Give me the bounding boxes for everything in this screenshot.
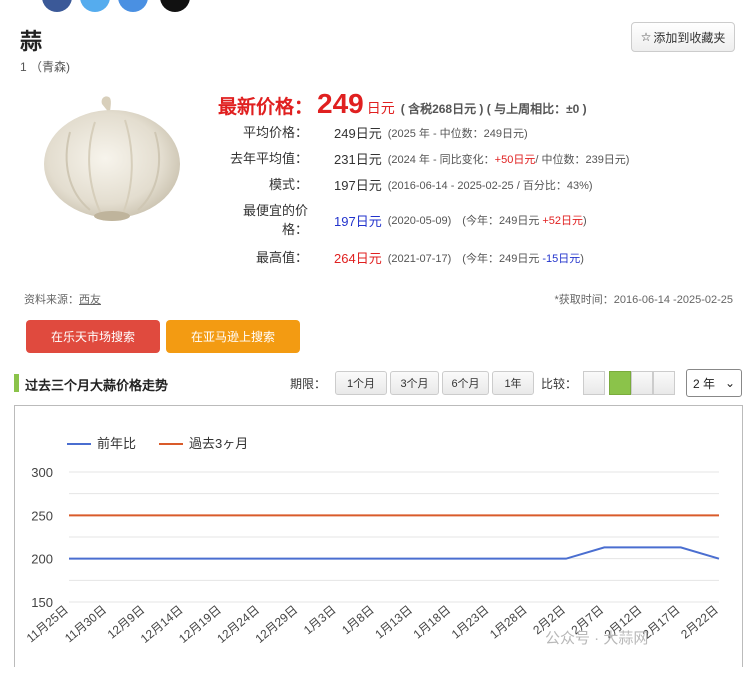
stat-last-year: 去年平均值： 231日元 (2024 年 - 同比变化：+50日元/ 中位数：2… (200, 149, 630, 168)
period-3month-button[interactable]: 3个月 (390, 371, 439, 395)
stat-average-value: 249日元 (334, 126, 382, 141)
data-source-link[interactable]: 西友 (79, 294, 101, 306)
period-6month-button[interactable]: 6个月 (442, 371, 489, 395)
compare-option-1[interactable] (583, 371, 605, 395)
share-line-icon[interactable] (118, 0, 148, 12)
latest-price: 最新价格： 249 日元 ( 含税268日元 ) ( 与上周相比：±0 ) (218, 88, 587, 120)
stat-mode-label: 模式： (268, 177, 308, 192)
period-label: 期限： (290, 377, 327, 391)
stat-cheapest-note: (2020-05-09) (今年：249日元 +52日元) (388, 212, 587, 228)
stat-last-year-label: 去年平均值： (229, 151, 308, 166)
stat-average: 平均价格： 249日元 (2025 年 - 中位数：249日元) (200, 123, 528, 142)
section-accent-bar (14, 374, 19, 392)
stat-highest-note: (2021-07-17) (今年：249日元 -15日元) (388, 250, 584, 266)
stat-cheapest-label: 最便宜的价 格： (200, 201, 308, 239)
x-tick-label: 1月13日 (372, 603, 415, 642)
watermark: 公众号 · 大蒜网 (545, 630, 649, 647)
latest-price-label: 最新价格： (218, 97, 314, 118)
y-tick-label: 150 (31, 595, 53, 610)
product-subtitle: 1 （青森) (20, 60, 71, 74)
stat-average-note: (2025 年 - 中位数：249日元) (387, 127, 528, 140)
x-tick-label: 12月29日 (253, 603, 301, 646)
y-tick-label: 200 (31, 552, 53, 567)
star-icon: ☆ (640, 30, 652, 44)
stat-highest-diff: -15日元 (542, 252, 581, 265)
stat-mode: 模式： 197日元 (2016-06-14 - 2025-02-25 / 百分比… (200, 175, 593, 194)
stat-cheapest: 最便宜的价 格： 197日元 (2020-05-09) (今年：249日元 +5… (200, 201, 587, 239)
add-favorite-label: 添加到收藏夹 (653, 30, 726, 45)
compare-option-3[interactable] (631, 371, 653, 395)
stat-cheapest-diff: +52日元 (542, 215, 584, 227)
fetch-time: *获取时间：2016-06-14 -2025-02-25 (554, 294, 733, 306)
stat-cheapest-note-pre: (2020-05-09) (今年：249日元 (387, 215, 543, 227)
stat-highest-note-pre: (2021-07-17) (今年：249日元 (387, 252, 543, 265)
year-select[interactable]: 2 年 ⌄ (686, 369, 742, 397)
stat-average-label: 平均价格： (242, 125, 308, 140)
stat-cheapest-label-line2: 格： (281, 222, 308, 237)
period-1year-button[interactable]: 1年 (492, 371, 534, 395)
product-title: 蒜 (20, 29, 43, 54)
y-tick-label: 250 (31, 508, 53, 523)
stat-cheapest-note-post: ) (583, 215, 587, 227)
x-tick-label: 1月18日 (411, 603, 454, 642)
stat-cheapest-value: 197日元 (334, 213, 382, 229)
stat-last-year-note: (2024 年 - 同比变化：+50日元/ 中位数：239日元) (388, 151, 630, 167)
stat-last-year-value: 231日元 (334, 152, 382, 167)
stat-mode-note: (2016-06-14 - 2025-02-25 / 百分比：43%) (387, 179, 593, 192)
legend-label: 過去3ヶ月 (189, 436, 248, 451)
x-tick-label: 11月30日 (62, 603, 109, 646)
share-facebook-icon[interactable] (42, 0, 72, 12)
x-tick-label: 2月22日 (678, 603, 721, 642)
compare-option-2[interactable] (609, 371, 631, 395)
period-1month-button[interactable]: 1个月 (335, 371, 387, 395)
stat-highest: 最高值： 264日元 (2021-07-17) (今年：249日元 -15日元) (200, 248, 584, 267)
latest-price-value: 249 (317, 88, 364, 119)
x-tick-label: 1月3日 (301, 603, 339, 638)
stat-cheapest-label-line1: 最便宜的价 (242, 203, 308, 218)
latest-price-unit: 日元 (366, 100, 395, 116)
section-title: 过去三个月大蒜价格走势 (25, 378, 169, 393)
stat-highest-note-post: ) (580, 252, 584, 265)
latest-price-tax-note: ( 含税268日元 ) ( 与上周相比：±0 ) (400, 102, 587, 116)
stat-last-year-note-post: / 中位数：239日元) (535, 153, 630, 166)
add-favorite-button[interactable]: ☆ 添加到收藏夹 (631, 22, 735, 52)
stat-last-year-change: +50日元 (494, 153, 536, 166)
data-source-label: 资料来源： (24, 294, 79, 306)
share-twitter-icon[interactable] (80, 0, 110, 12)
share-x-icon[interactable] (160, 0, 190, 12)
y-tick-label: 300 (31, 465, 53, 480)
stat-last-year-note-pre: (2024 年 - 同比变化： (387, 153, 495, 166)
x-tick-label: 1月23日 (449, 603, 492, 642)
x-tick-label: 1月28日 (487, 603, 530, 642)
stat-highest-value: 264日元 (334, 251, 382, 266)
compare-option-4[interactable] (653, 371, 675, 395)
series-line-1 (69, 546, 720, 560)
year-select-value: 2 年 (693, 376, 716, 391)
chevron-down-icon: ⌄ (724, 376, 735, 390)
legend-label: 前年比 (97, 436, 136, 451)
x-tick-label: 1月8日 (339, 603, 377, 638)
data-source: 资料来源：西友 (24, 291, 101, 307)
compare-label: 比较： (541, 377, 578, 391)
garlic-image (44, 96, 180, 221)
stat-highest-label: 最高值： (255, 250, 308, 265)
stat-mode-value: 197日元 (334, 178, 382, 193)
rakuten-search-button[interactable]: 在乐天市场搜索 (26, 320, 160, 353)
amazon-search-button[interactable]: 在亚马逊上搜索 (166, 320, 300, 353)
